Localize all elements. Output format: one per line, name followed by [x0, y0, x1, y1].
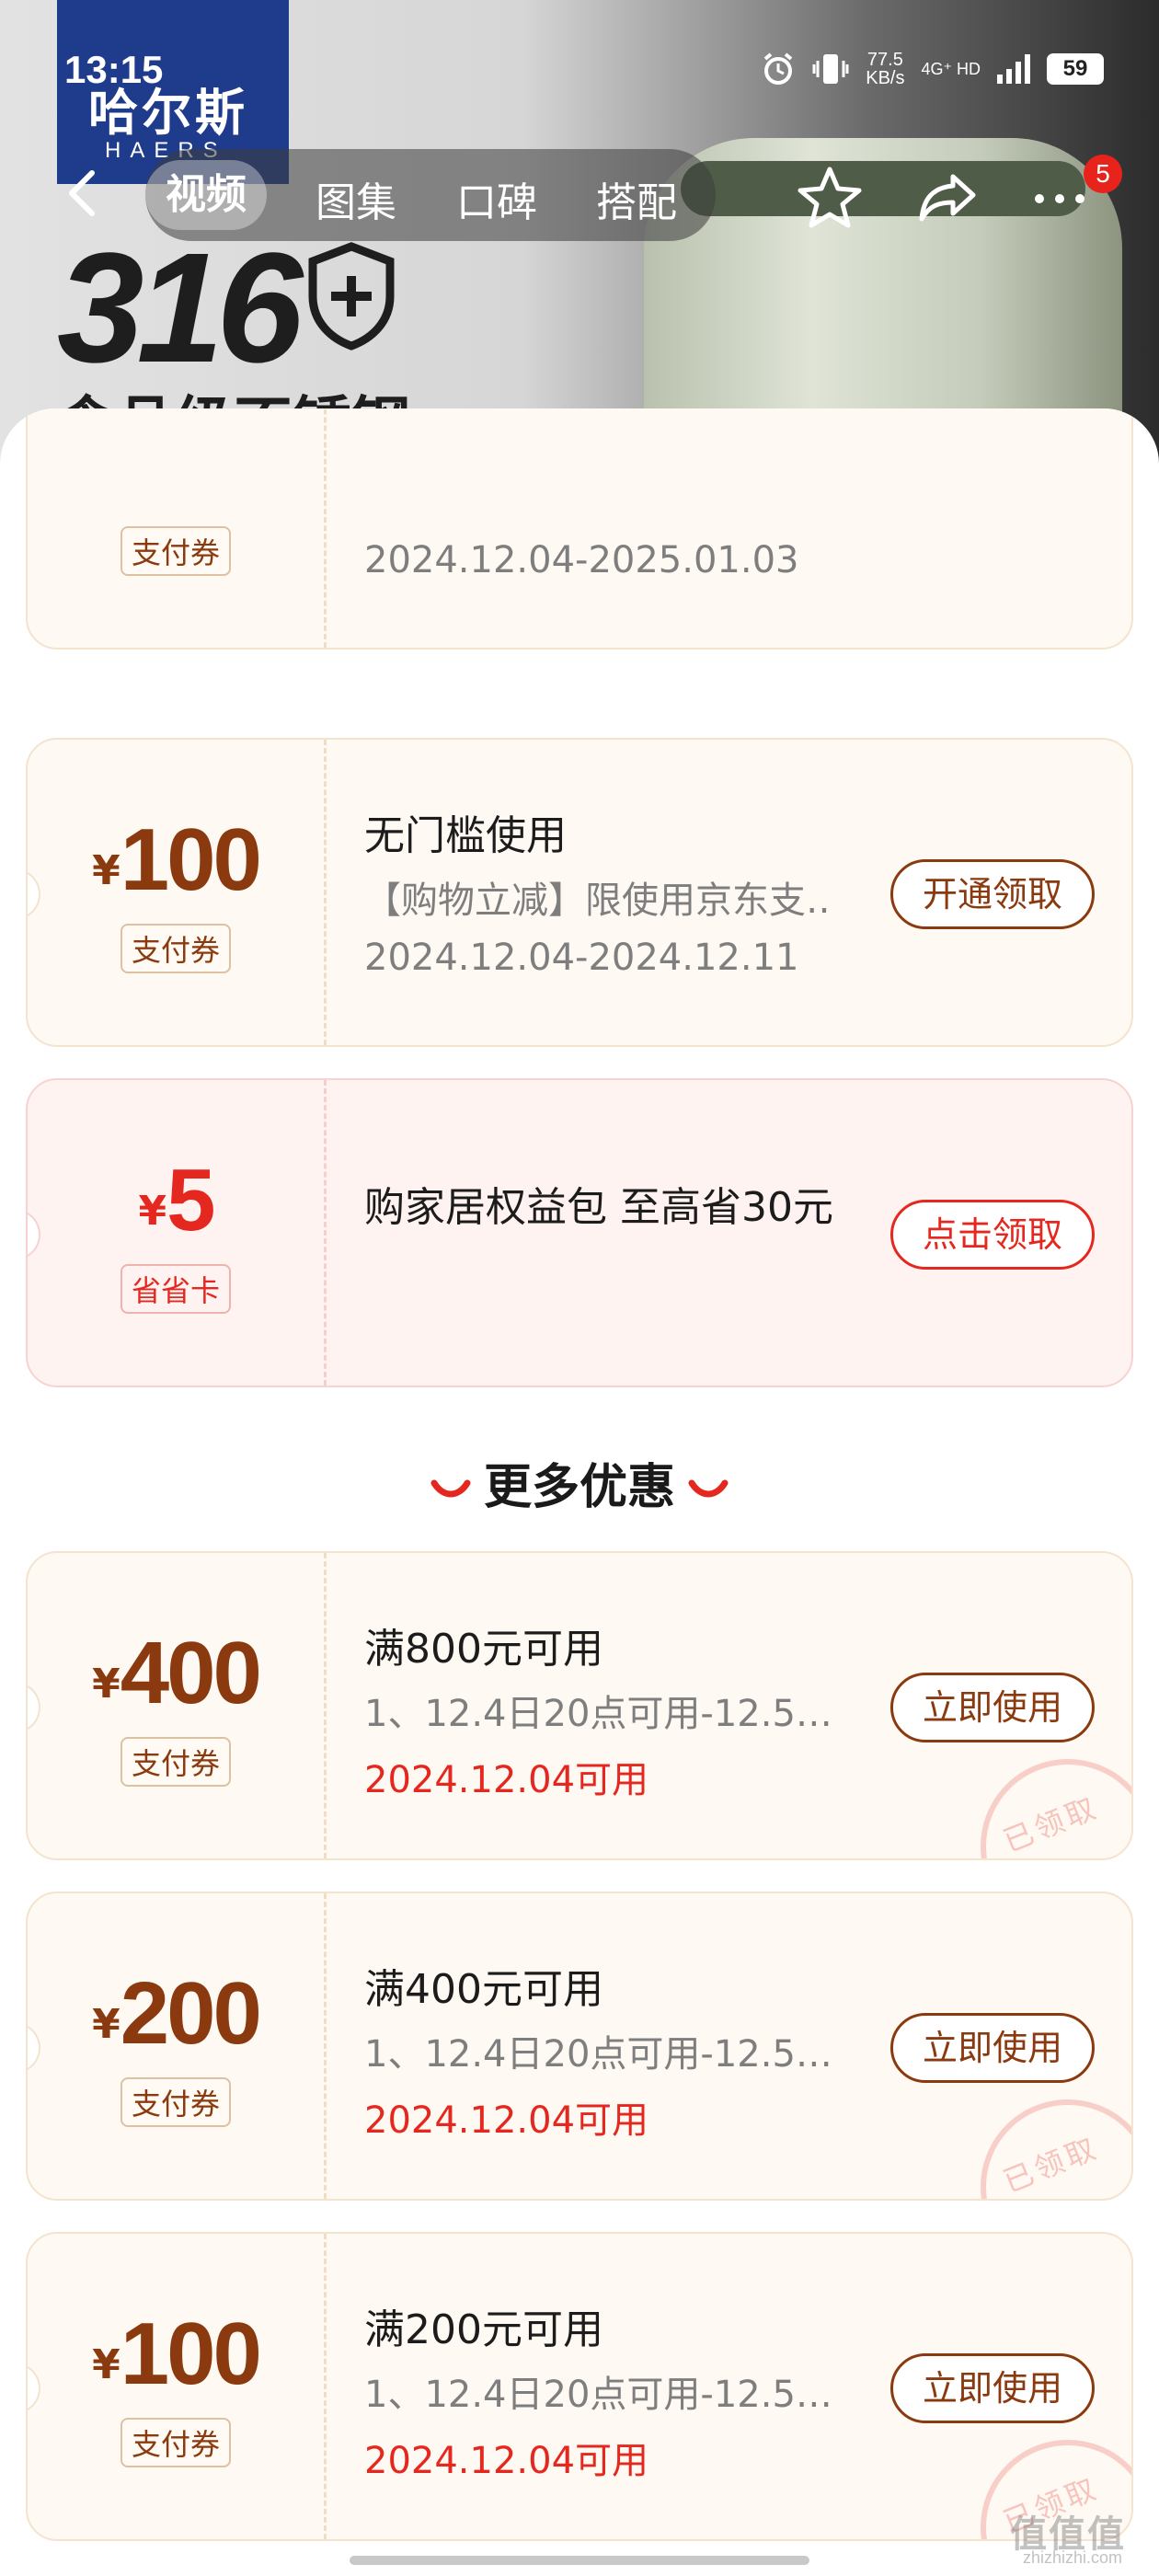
coupon-desc: 1、12.4日20点可用-12.5… — [364, 1693, 832, 1735]
coupon-type-label: 支付券 — [120, 2418, 231, 2467]
tab-gallery[interactable]: 图集 — [316, 169, 396, 228]
claim-button[interactable]: 点击领取 — [890, 1200, 1095, 1270]
coupon-date: 2024.12.04-2024.12.11 — [364, 937, 799, 979]
coupon-type: 支付券 — [28, 2418, 324, 2467]
use-now-button[interactable]: 立即使用 — [890, 2013, 1095, 2083]
coupon-card[interactable]: ¥400 支付券 满800元可用 1、12.4日20点可用-12.5… 2024… — [26, 1551, 1133, 1860]
coupon-amount: ¥400 — [28, 1623, 324, 1724]
coupon-date: 2024.12.04可用 — [364, 1759, 649, 1801]
coupon-type: 支付券 — [28, 924, 324, 973]
use-now-button[interactable]: 立即使用 — [890, 1673, 1095, 1742]
coupon-type: 省省卡 — [28, 1264, 324, 1314]
tab-matching[interactable]: 搭配 — [596, 169, 677, 228]
coupon-desc: 1、12.4日20点可用-12.5… — [364, 2374, 832, 2416]
coupon-date: 2024.12.04可用 — [364, 2099, 649, 2142]
alarm-icon — [763, 52, 793, 85]
coupon-title: 无门槛使用 — [364, 812, 567, 859]
coupon-divider — [324, 740, 327, 1045]
coupon-type-label: 省省卡 — [120, 1264, 231, 1314]
status-time: 13:15 — [64, 48, 164, 91]
signal-icon — [997, 54, 1030, 84]
coupon-type-label: 支付券 — [120, 526, 231, 576]
coupon-date: 2024.12.04-2025.01.03 — [364, 539, 799, 581]
shield-plus-icon — [308, 242, 395, 351]
media-tabs: 视频 图集 口碑 搭配 — [145, 149, 716, 241]
coupon-type: 支付券 — [28, 2077, 324, 2127]
coupon-divider — [324, 1893, 327, 2199]
coupon-amount: ¥5 — [28, 1150, 324, 1251]
watermark-url: zhizhizhi.com — [1022, 2548, 1122, 2567]
coupon-value: 5 — [166, 1151, 215, 1249]
coupon-date: 2024.12.04可用 — [364, 2440, 649, 2482]
claimed-stamp-text: 已领取 — [998, 2130, 1104, 2200]
coupon-amount: ¥100 — [28, 2304, 324, 2405]
claimed-stamp: 已领取 — [981, 2099, 1131, 2200]
coupon-type-label: 支付券 — [120, 2077, 231, 2127]
status-icons: 77.5 KB/s 4G⁺ HD 59 — [761, 46, 1104, 92]
coupon-divider — [324, 408, 327, 648]
back-arrow-icon[interactable] — [57, 166, 112, 221]
coupon-type-label: 支付券 — [120, 924, 231, 973]
coupon-value: 100 — [120, 811, 262, 909]
coupon-card[interactable]: ¥100 支付券 无门槛使用 【购物立减】限使用京东支… 2024.12.04-… — [26, 738, 1133, 1047]
coupon-divider — [324, 2234, 327, 2539]
coupon-type: 支付券 — [28, 1737, 324, 1787]
battery-level: 59 — [1047, 53, 1104, 85]
currency-symbol: ¥ — [92, 2341, 120, 2388]
smile-icon — [430, 1479, 471, 1498]
net-speed-value: 77.5 — [866, 50, 903, 70]
share-icon[interactable] — [914, 164, 981, 230]
coupon-desc: 【购物立减】限使用京东支… — [364, 880, 833, 922]
vibrate-icon — [812, 54, 849, 84]
coupon-title: 购家居权益包 至高省30元 — [364, 1184, 833, 1231]
net-speed: 77.5 KB/s — [866, 51, 904, 87]
coupon-type-label: 支付券 — [120, 1737, 231, 1787]
tab-video[interactable]: 视频 — [145, 160, 267, 230]
coupon-sheet: 优惠 支付券 2024.12.04-2025.01.03 ¥100 支付券 无门… — [0, 408, 1159, 2576]
coupon-card[interactable]: ¥5 省省卡 购家居权益包 至高省30元 点击领取 — [26, 1078, 1133, 1387]
coupon-type: 支付券 — [28, 526, 324, 576]
currency-symbol: ¥ — [92, 2001, 120, 2048]
net-speed-unit: KB/s — [866, 68, 905, 88]
kettle-lid — [681, 161, 1085, 216]
status-bar: 13:15 77.5 KB/s 4G⁺ HD 59 — [0, 0, 1159, 129]
tab-reviews[interactable]: 口碑 — [456, 169, 537, 228]
currency-symbol: ¥ — [92, 1661, 120, 1708]
more-coupons-title: 更多优惠 — [483, 1460, 675, 1515]
claimed-stamp-text: 已领取 — [998, 1789, 1104, 1859]
currency-symbol: ¥ — [92, 847, 120, 894]
coupon-card[interactable]: ¥200 支付券 满400元可用 1、12.4日20点可用-12.5… 2024… — [26, 1892, 1133, 2201]
coupon-value: 100 — [120, 2305, 262, 2403]
claimed-stamp: 已领取 — [981, 1759, 1131, 1859]
more-coupons-heading: 更多优惠 — [0, 1448, 1159, 1517]
coupon-title: 满400元可用 — [364, 1966, 603, 2013]
coupon-amount: ¥200 — [28, 1963, 324, 2064]
signal-label: 4G⁺ HD — [921, 60, 981, 78]
use-now-button[interactable]: 立即使用 — [890, 2353, 1095, 2423]
coupon-card[interactable]: ¥100 支付券 满200元可用 1、12.4日20点可用-12.5… 2024… — [26, 2232, 1133, 2541]
claim-button[interactable]: 开通领取 — [890, 859, 1095, 929]
notification-badge: 5 — [1084, 155, 1122, 193]
coupon-desc: 1、12.4日20点可用-12.5… — [364, 2033, 832, 2076]
coupon-divider — [324, 1553, 327, 1858]
home-indicator[interactable] — [350, 2556, 809, 2565]
smile-icon — [688, 1479, 729, 1498]
product-headline: 316 — [57, 221, 304, 396]
star-icon[interactable] — [797, 164, 863, 230]
coupon-title: 满800元可用 — [364, 1626, 603, 1673]
coupon-title: 满200元可用 — [364, 2306, 603, 2353]
currency-symbol: ¥ — [138, 1188, 167, 1235]
coupon-divider — [324, 1080, 327, 1386]
coupon-card[interactable]: 支付券 2024.12.04-2025.01.03 — [26, 408, 1133, 650]
coupon-value: 200 — [120, 1964, 262, 2063]
coupon-amount: ¥100 — [28, 810, 324, 911]
coupon-value: 400 — [120, 1624, 262, 1722]
